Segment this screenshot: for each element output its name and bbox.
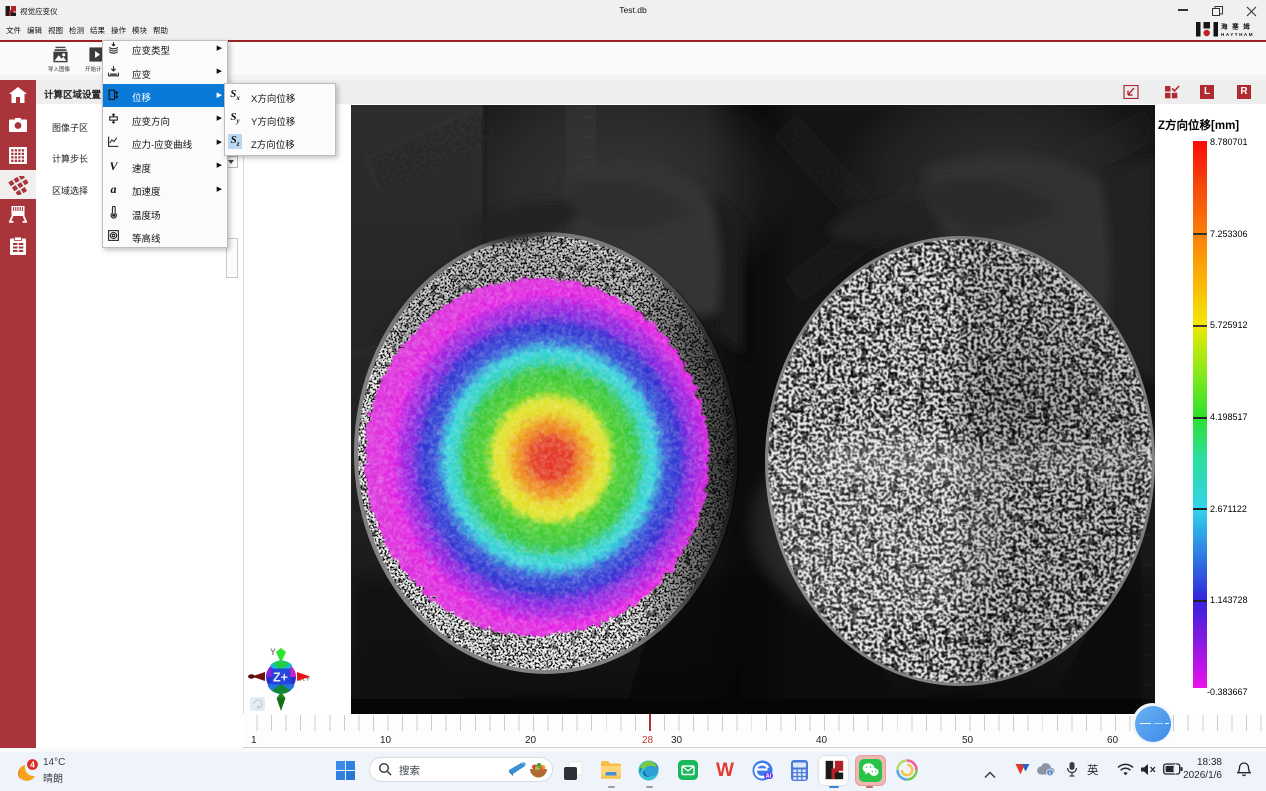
svg-text:海塞姆: 海塞姆 xyxy=(1221,22,1254,31)
svg-text:Z+: Z+ xyxy=(273,671,288,685)
svg-text:AI: AI xyxy=(766,774,772,780)
svg-text:HAYTHAM: HAYTHAM xyxy=(1221,32,1254,37)
svg-text:W: W xyxy=(716,760,734,780)
svg-text:4: 4 xyxy=(30,760,35,770)
